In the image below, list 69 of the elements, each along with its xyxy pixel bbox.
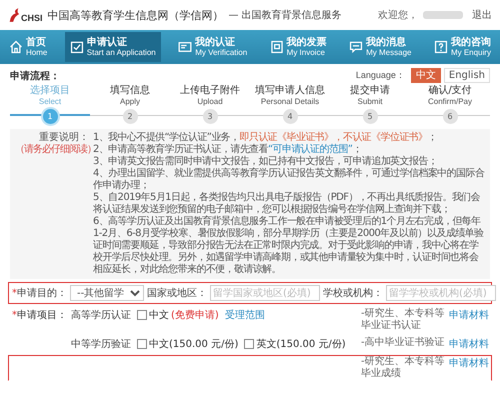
step-number: 5 [362, 109, 378, 124]
step-title: 选择项目 [30, 85, 70, 97]
notes-hint: （请务必仔细阅读） [15, 144, 89, 156]
materials-link[interactable]: 申请材料 [449, 356, 491, 370]
note-text: 2、申请高等教育学历证书认证，请先查看“可申请认证的范围”； [93, 144, 363, 156]
logout-link[interactable]: 退出 [472, 8, 492, 22]
language-button[interactable]: 中文 [410, 68, 441, 83]
step-title: 确认/支付 [428, 85, 472, 97]
note-text: 4、办理出国留学、就业需提供高等教育学历认证报告英文翻译件，可通过学信档案中的国际合作申请办理； [93, 168, 485, 192]
step-subtitle: Select [38, 97, 62, 107]
step-number: 6 [442, 109, 458, 124]
item-description: -高中毕业证书验证 [361, 337, 445, 349]
step-title: 提交申请 [350, 85, 390, 97]
language-button[interactable]: English [444, 68, 490, 83]
invoice-icon [270, 40, 284, 54]
country-label: 国家或地区： [147, 286, 207, 300]
step-subtitle: Personal Details [260, 97, 320, 107]
step-subtitle: Submit [358, 97, 382, 107]
item-name: 中等学历验证 [71, 338, 132, 351]
step-number: 2 [122, 109, 138, 124]
nav-item[interactable]: 我的咨询 My Enquiry [428, 30, 496, 64]
purpose-label: *申请目的： [12, 286, 67, 300]
note-text: 3、申请英文报告需同时申请中文报告，如已持有中文报告，可申请追加英文报告； [93, 156, 438, 168]
welcome-text: 欢迎您， [378, 8, 418, 22]
school-field[interactable]: 留学学校或机构(必填) [386, 285, 496, 301]
site-subtitle: — 出国教育背景信息服务 [228, 8, 342, 22]
country-field[interactable]: 留学国家或地区(必填) [210, 285, 320, 301]
step-number: 1 [42, 109, 58, 124]
option-checkbox[interactable]: 中文 (免费申请) [137, 308, 219, 322]
step-subtitle: Apply [120, 97, 140, 107]
site-title: 中国高等教育学生信息网（学信网） [48, 8, 224, 22]
blurred-username [423, 11, 463, 19]
logo-text: CHSI [21, 13, 43, 23]
purpose-select[interactable]: --其他留学 [70, 285, 144, 301]
option-checkbox[interactable]: 英文(150.00 元/份) [244, 337, 346, 351]
note-text: 1、我中心不提供“学位认证”业务，即只认证《毕业证书》，不认证《学位证书》； [93, 132, 438, 144]
torch-logo-icon [8, 7, 20, 23]
chat-bubble-icon [349, 40, 364, 54]
step-title: 填写信息 [110, 85, 150, 97]
step-title: 上传电子附件 [180, 85, 240, 97]
option-checkbox[interactable]: 中文(150.00 元/份) [137, 337, 238, 351]
step-subtitle: Upload [197, 97, 223, 107]
scope-link[interactable]: “可申请认证的范围” [268, 144, 352, 155]
language-label: Language： [356, 69, 405, 82]
process-title: 申请流程： [10, 69, 60, 82]
nav-item[interactable]: 首页 Home [4, 30, 52, 64]
notes-label: 重要说明： [38, 132, 89, 144]
items-label: *申请项目： [11, 308, 67, 322]
materials-link[interactable]: 申请材料 [449, 337, 491, 351]
item-description: -研究生、本专科等毕业证书认证 [361, 308, 445, 332]
certificate-icon [178, 40, 192, 54]
nav-item[interactable]: 我的认证 My Verification [173, 30, 252, 64]
step-number: 3 [202, 109, 218, 124]
step-number: 4 [282, 109, 298, 124]
note-text: 5、自2019年5月1日起，各类报告均只出具电子版报告（PDF），不再出具纸质报告。我们会将认证结果发送到您预留的电子邮箱中，您可以根据报告编号在学信网上查询并下载； [93, 192, 482, 216]
step-subtitle: Confirm/Pay [428, 97, 472, 107]
item-name: 高等学历认证 [71, 308, 132, 322]
step-title: 填写申请人信息 [255, 85, 325, 97]
school-label: 学校或机构： [323, 286, 383, 300]
note-text: 6、高等学历认证及出国教育背景信息服务工作一般在申请被受理后的1个月左右完成，但每年1-2月、6-8月受学校寒、暑假放假影响，部分早期学历（主要是2000年及以前）以及成绩单验证时间需要顺延，导致部分报告无法在正常时限内完成。对于受此影响的申请，我中心将在学校开学后尽快处理。另外，如遇留学申请高峰期，或其他申请量较为集中时，认证时间也将会相应延长，对此给您带来的不便，敬请谅解。 [93, 216, 485, 276]
home-icon [9, 40, 23, 54]
scope-link[interactable]: 受理范围 [224, 308, 265, 322]
item-description: -研究生、本专科等毕业成绩 [361, 356, 445, 380]
materials-link[interactable]: 申请材料 [449, 308, 491, 322]
question-icon [434, 40, 448, 54]
nav-item[interactable]: 我的发票 My Invoice [264, 30, 332, 64]
nav-item[interactable]: 我的消息 My Message [344, 30, 416, 64]
nav-item[interactable]: 申请认证 Start an Application [64, 32, 161, 62]
checkbox-icon [70, 40, 84, 54]
